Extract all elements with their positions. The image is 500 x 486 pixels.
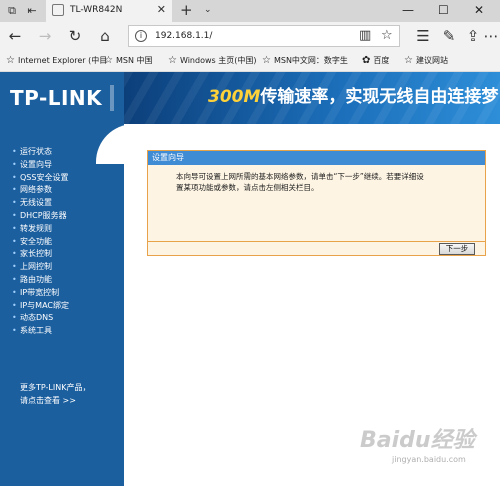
home-icon[interactable]: ⌂ — [96, 27, 114, 45]
sidebar-item-wireless[interactable]: 无线设置 — [12, 197, 112, 210]
baidu-watermark: Baidu经验 — [360, 428, 475, 453]
address-url[interactable]: 192.168.1.1/ — [155, 30, 212, 43]
sidebar-item-qss[interactable]: QSS安全设置 — [12, 172, 112, 185]
favorite-item[interactable]: ☆ MSN中文网：数字生 — [262, 54, 348, 67]
favorite-star-icon[interactable]: ☆ — [381, 28, 393, 44]
navigation-bar: ← → ↻ ⌂ i 192.168.1.1/ ▥ ☆ ☰ ✎ ⇪ ⋯ — [0, 22, 500, 50]
minimize-icon[interactable]: — — [402, 1, 414, 19]
star-icon: ☆ — [404, 55, 413, 66]
slogan-text: 300M传输速率，实现无线自由连接梦 — [208, 87, 499, 107]
favorites-hub-icon[interactable]: ☰ — [414, 27, 432, 45]
favorite-item[interactable]: ✿ 百度 — [362, 54, 389, 67]
sidebar-item-security[interactable]: 安全功能 — [12, 236, 112, 249]
sidebar-item-network[interactable]: 网络参数 — [12, 184, 112, 197]
favorites-bar: ☆ Internet Explorer (中目 ☆ MSN 中国 ☆ Windows … — [0, 50, 500, 72]
sidebar-item-routing[interactable]: 路由功能 — [12, 274, 112, 287]
panel-title: 设置向导 — [152, 153, 184, 162]
new-tab-icon[interactable]: + — [180, 1, 193, 19]
show-tabs-icon[interactable]: ⇤ — [24, 3, 40, 19]
star-icon: ☆ — [168, 55, 177, 66]
web-note-icon[interactable]: ✎ — [440, 27, 458, 45]
site-info-icon[interactable]: i — [135, 30, 147, 42]
baidu-watermark-url: jingyan.baidu.com — [392, 455, 466, 464]
panel-footer: 下一步 — [148, 241, 485, 255]
sidebar-item-setup-wizard[interactable]: 设置向导 — [12, 159, 112, 172]
sidebar-item-ip-mac-binding[interactable]: IP与MAC绑定 — [12, 300, 112, 313]
wizard-description: 本向导可设置上网所需的基本网络参数，请单击“下一步”继续。若要详细设 置某项功能… — [176, 172, 424, 192]
star-icon: ☆ — [262, 55, 271, 66]
sidebar-item-forwarding[interactable]: 转发规则 — [12, 223, 112, 236]
back-icon[interactable]: ← — [6, 27, 24, 45]
page-favicon-icon — [52, 4, 64, 16]
star-icon: ☆ — [6, 55, 15, 66]
set-aside-tabs-icon[interactable]: ⧉ — [4, 3, 20, 19]
address-bar[interactable]: i 192.168.1.1/ ▥ ☆ — [128, 25, 400, 47]
sidebar-item-parental-control[interactable]: 家长控制 — [12, 248, 112, 261]
tab-bar: ⧉ ⇤ TL-WR842N ✕ + ⌄ — ☐ ✕ — [0, 0, 500, 22]
router-banner: TP-LINK 300M传输速率，实现无线自由连接梦 — [0, 72, 500, 124]
favorite-item[interactable]: ☆ Windows 主页(中国) — [168, 54, 256, 67]
share-icon[interactable]: ⇪ — [464, 27, 482, 45]
setup-wizard-panel: 设置向导 本向导可设置上网所需的基本网络参数，请单击“下一步”继续。若要详细设 … — [147, 150, 486, 256]
chevron-down-icon[interactable]: ⌄ — [204, 3, 212, 17]
reading-view-icon[interactable]: ▥ — [359, 28, 371, 44]
favorite-item[interactable]: ☆ MSN 中国 — [104, 54, 152, 67]
sidebar-item-ddns[interactable]: 动态DNS — [12, 312, 112, 325]
slogan-banner: 300M传输速率，实现无线自由连接梦 — [124, 72, 500, 124]
paw-icon: ✿ — [362, 55, 371, 66]
sidebar-item-dhcp[interactable]: DHCP服务器 — [12, 210, 112, 223]
panel-header: 设置向导 — [148, 151, 485, 165]
maximize-icon[interactable]: ☐ — [438, 1, 449, 19]
more-icon[interactable]: ⋯ — [482, 27, 500, 45]
browser-tab[interactable]: TL-WR842N ✕ — [46, 0, 172, 22]
next-button[interactable]: 下一步 — [439, 243, 475, 255]
sidebar-item-access-control[interactable]: 上网控制 — [12, 261, 112, 274]
tp-link-logo: TP-LINK — [10, 86, 103, 110]
sidebar-item-bandwidth[interactable]: IP带宽控制 — [12, 287, 112, 300]
sidebar-item-system-tools[interactable]: 系统工具 — [12, 325, 112, 338]
close-window-icon[interactable]: ✕ — [474, 1, 484, 19]
more-products-link[interactable]: 更多TP-LINK产品， 请点击查看 >> — [20, 381, 90, 407]
forward-icon[interactable]: → — [36, 27, 54, 45]
close-tab-icon[interactable]: ✕ — [157, 3, 166, 17]
panel-body: 本向导可设置上网所需的基本网络参数，请单击“下一步”继续。若要详细设 置某项功能… — [148, 165, 485, 241]
sidebar-item-status[interactable]: 运行状态 — [12, 146, 112, 159]
sidebar-menu: 运行状态 设置向导 QSS安全设置 网络参数 无线设置 DHCP服务器 转发规则… — [12, 146, 112, 338]
refresh-icon[interactable]: ↻ — [66, 27, 84, 45]
tab-title: TL-WR842N — [70, 5, 123, 15]
favorite-item[interactable]: ☆ Internet Explorer (中目 — [6, 54, 107, 67]
favorite-item[interactable]: ☆ 建议网站 — [404, 54, 448, 67]
star-icon: ☆ — [104, 55, 113, 66]
